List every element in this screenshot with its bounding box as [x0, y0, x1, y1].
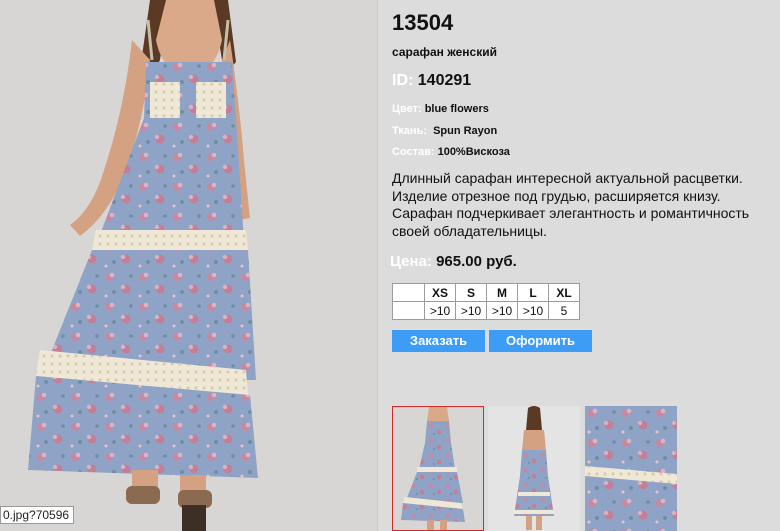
product-photo-pane: 0.jpg?70596: [0, 0, 378, 531]
fabric-row: Ткань: Spun Rayon: [392, 125, 497, 137]
size-header-cell: L: [517, 283, 549, 302]
size-header-cell: M: [486, 283, 518, 302]
product-id-row: ID: 140291: [392, 72, 471, 90]
fabric-label: Ткань:: [392, 125, 427, 137]
price-value: 965.00 руб.: [436, 253, 517, 270]
thumbnail-front[interactable]: [392, 406, 484, 531]
size-header-cell: XL: [548, 283, 580, 302]
status-tooltip: 0.jpg?70596: [0, 506, 75, 524]
dress-front-thumbnail-icon: [393, 407, 483, 530]
size-table: XS S M L XL >10 >10 >10 >10 5: [392, 283, 580, 320]
product-name: сарафан женский: [392, 45, 497, 59]
order-button[interactable]: Заказать: [392, 330, 485, 352]
thumbnail-closeup[interactable]: [585, 406, 677, 531]
size-header-cell: XS: [424, 283, 456, 302]
size-stock-cell[interactable]: 5: [548, 301, 580, 320]
size-stock-cell[interactable]: >10: [486, 301, 518, 320]
color-value: blue flowers: [424, 103, 489, 115]
id-value: 140291: [417, 72, 472, 89]
price-row: Цена: 965.00 руб.: [390, 253, 517, 270]
product-description: Длинный сарафан интересной актуальной ра…: [392, 170, 750, 239]
price-label: Цена:: [390, 253, 432, 270]
composition-value: 100%Вискоза: [437, 146, 510, 158]
fabric-value: Spun Rayon: [433, 125, 498, 137]
size-header-cell: S: [455, 283, 487, 302]
color-label: Цвет:: [392, 103, 422, 115]
size-header-row: XS S M L XL: [392, 283, 580, 302]
size-stock-corner-cell: [392, 301, 425, 320]
size-stock-row: >10 >10 >10 >10 5: [392, 301, 580, 320]
product-article: 13504: [392, 10, 454, 35]
composition-row: Состав: 100%Вискоза: [392, 146, 510, 158]
fabric-closeup-thumbnail-icon: [585, 406, 677, 531]
product-main-photo: [0, 0, 378, 531]
thumbnail-back[interactable]: [488, 406, 580, 531]
size-corner-cell: [392, 283, 425, 302]
product-info-pane: 13504 сарафан женский ID: 140291 Цвет: bl…: [378, 0, 780, 531]
size-stock-cell[interactable]: >10: [424, 301, 456, 320]
size-stock-cell[interactable]: >10: [517, 301, 549, 320]
dress-back-thumbnail-icon: [488, 406, 580, 531]
composition-label: Состав:: [392, 146, 435, 158]
color-row: Цвет: blue flowers: [392, 103, 489, 115]
id-label: ID:: [392, 72, 414, 89]
size-stock-cell[interactable]: >10: [455, 301, 487, 320]
checkout-button[interactable]: Оформить: [489, 330, 592, 352]
